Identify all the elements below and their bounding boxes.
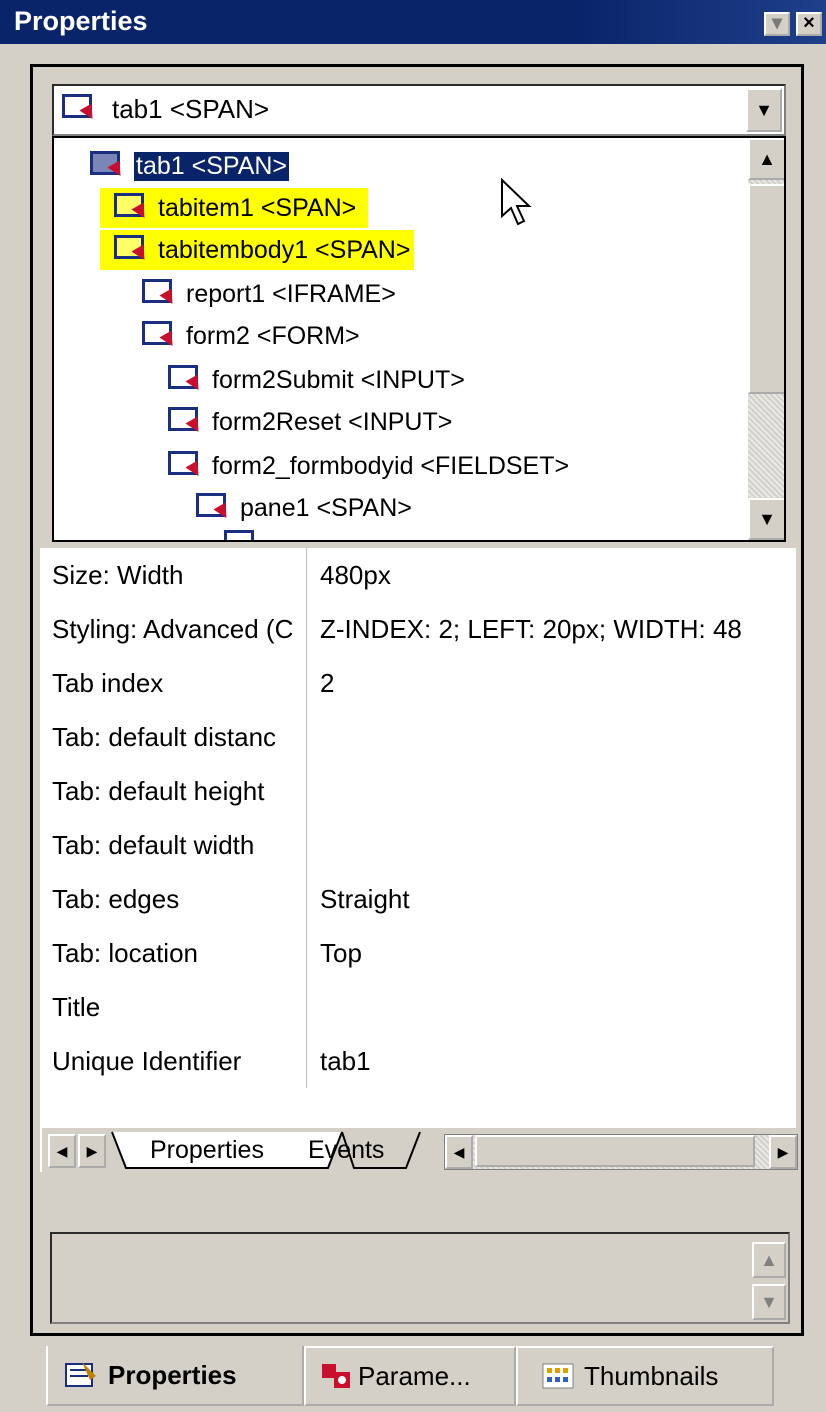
property-row[interactable]: Tab: default height [40, 764, 796, 819]
property-row[interactable]: Tab: default distanc [40, 710, 796, 765]
element-icon [166, 449, 206, 483]
property-row[interactable]: Unique Identifier tab1 [40, 1034, 796, 1089]
element-icon [166, 363, 206, 397]
property-value[interactable]: 2 [320, 668, 790, 699]
horizontal-scrollbar[interactable]: ◀ ▶ [444, 1134, 798, 1170]
property-name: Tab: default width [52, 830, 255, 860]
property-name: Unique Identifier [52, 1046, 242, 1076]
property-row[interactable]: Tab: location Top [40, 926, 796, 981]
combo-selected-value: tab1 <SPAN> [112, 94, 270, 124]
tree-item[interactable]: tab1 <SPAN> [88, 146, 291, 186]
property-name: Tab: edges [52, 884, 180, 914]
thumbnails-icon [542, 1363, 574, 1389]
desc-scroll-down-button[interactable]: ▼ [752, 1284, 786, 1320]
hscroll-right-button[interactable]: ▶ [769, 1135, 797, 1169]
property-row[interactable]: Tab: default width [40, 818, 796, 873]
property-row[interactable]: Tab: edges Straight [40, 872, 796, 927]
tree-item[interactable]: pane1 <SPAN> [194, 488, 412, 528]
element-icon [140, 277, 180, 311]
property-value[interactable]: 480px [320, 560, 790, 591]
tab-properties[interactable]: Properties [150, 1136, 264, 1165]
element-icon [88, 149, 128, 183]
combo-dropdown-button[interactable]: ▼ [746, 88, 782, 132]
property-row[interactable]: Styling: Advanced (C Z-INDEX: 2; LEFT: 20… [40, 602, 796, 657]
parameters-icon [322, 1364, 350, 1388]
property-value[interactable]: Straight [320, 884, 790, 915]
element-icon [140, 319, 180, 353]
sheet-tab-bar: ◀ ▶ Properties Events ◀ ▶ [42, 1128, 800, 1174]
tab-events[interactable]: Events [308, 1136, 384, 1165]
panel-title: Properties [14, 6, 148, 36]
element-icon [194, 491, 234, 525]
tree-item[interactable]: form2_formbodyid <FIELDSET> [166, 446, 569, 486]
property-row[interactable]: Tab index 2 [40, 656, 796, 711]
tree-item[interactable]: form2Submit <INPUT> [166, 360, 465, 400]
property-name: Tab: location [52, 938, 198, 968]
property-value[interactable]: Z-INDEX: 2; LEFT: 20px; WIDTH: 48 [320, 614, 790, 645]
tree-item[interactable]: form2Reset <INPUT> [166, 402, 452, 442]
element-icon [166, 405, 206, 439]
panel-tab-thumbnails[interactable]: Thumbnails [516, 1346, 774, 1406]
tab-scroll-right-button[interactable]: ▶ [78, 1134, 106, 1168]
property-row[interactable]: Title [40, 980, 796, 1035]
property-name: Tab index [52, 668, 164, 698]
property-row[interactable]: Size: Width 480px [40, 548, 796, 603]
desc-scroll-up-button[interactable]: ▲ [752, 1242, 786, 1278]
tree-item[interactable]: tabitembody1 <SPAN> [100, 230, 415, 270]
property-name: Styling: Advanced (C [52, 614, 294, 644]
property-value[interactable]: tab1 [320, 1046, 790, 1077]
tree-vertical-scrollbar[interactable]: ▲ ▼ [748, 138, 784, 540]
property-value[interactable]: Top [320, 938, 790, 969]
scroll-up-button[interactable]: ▲ [748, 138, 784, 180]
close-button[interactable]: × [796, 12, 822, 36]
property-name: Tab: default distanc [52, 722, 277, 752]
scroll-thumb[interactable] [748, 184, 784, 394]
property-name: Title [52, 992, 101, 1022]
element-icon [112, 191, 152, 225]
mouse-cursor-icon [501, 178, 532, 226]
tree-item[interactable]: form2 <FORM> [140, 316, 360, 356]
hscroll-left-button[interactable]: ◀ [445, 1135, 473, 1169]
properties-icon [65, 1362, 96, 1387]
scroll-down-button[interactable]: ▼ [748, 498, 784, 540]
tree-item[interactable]: tabitem1 <SPAN> [100, 188, 369, 228]
element-tree-dropdown[interactable]: tab1 <SPAN> tabitem1 <SPAN> tabitembody1… [52, 136, 786, 542]
panel-tab-parameters[interactable]: Parame... [304, 1346, 516, 1406]
element-icon [60, 92, 100, 126]
tab-scroll-left-button[interactable]: ◀ [48, 1134, 76, 1168]
minimize-button[interactable]: ▾ [764, 12, 790, 36]
hscroll-thumb[interactable] [475, 1135, 755, 1167]
panel-tab-properties[interactable]: Properties [46, 1346, 304, 1406]
property-description-area: ▲ ▼ [50, 1232, 790, 1324]
element-selector-combo[interactable]: tab1 <SPAN> ▼ [52, 84, 786, 136]
property-name: Tab: default height [52, 776, 265, 806]
element-icon [112, 233, 152, 267]
property-name: Size: Width [52, 560, 184, 590]
tree-item[interactable]: report1 <IFRAME> [140, 274, 396, 314]
